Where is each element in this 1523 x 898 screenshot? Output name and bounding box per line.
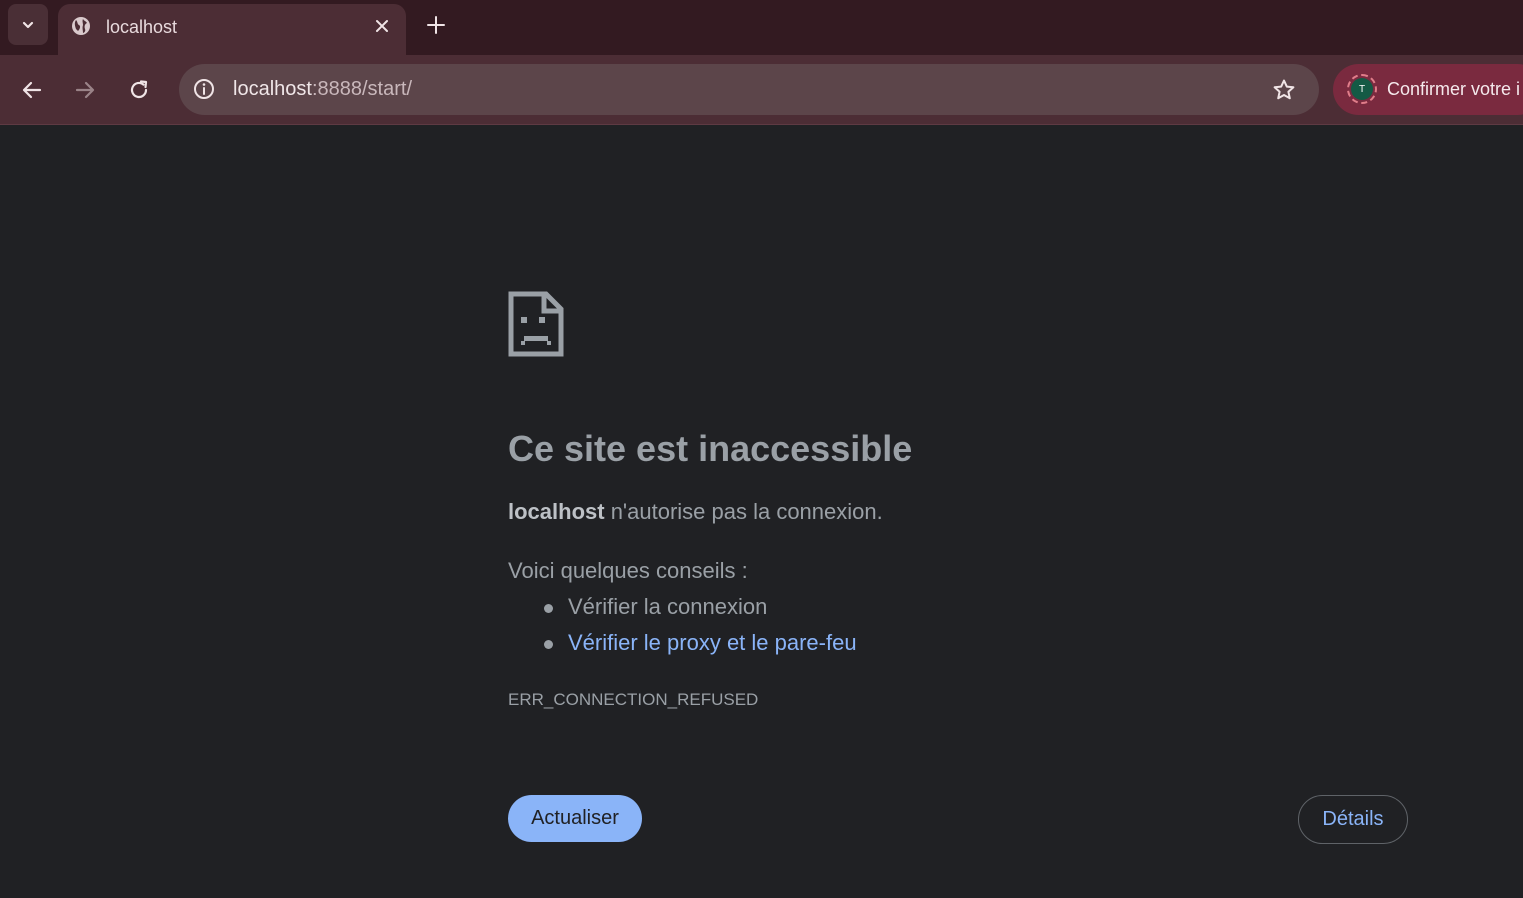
plus-icon xyxy=(427,16,445,34)
site-info-button[interactable] xyxy=(191,76,217,102)
globe-icon xyxy=(72,17,90,35)
tab-localhost[interactable]: localhost xyxy=(58,4,406,55)
reload-page-button[interactable]: Actualiser xyxy=(508,795,642,842)
page-title: Ce site est inaccessible xyxy=(508,428,913,469)
suggestions-list: Vérifier la connexion Vérifier le proxy … xyxy=(544,594,857,666)
reload-icon xyxy=(130,80,148,99)
chevron-down-icon xyxy=(22,21,34,28)
avatar: T xyxy=(1347,74,1377,104)
arrow-left-icon xyxy=(22,81,42,99)
tab-search-button[interactable] xyxy=(8,4,48,45)
details-button[interactable]: Détails xyxy=(1298,795,1408,844)
bookmark-button[interactable] xyxy=(1270,76,1298,104)
error-summary: localhost n'autorise pas la connexion. xyxy=(508,499,883,525)
address-bar[interactable]: localhost:8888/start/ xyxy=(179,64,1319,115)
error-summary-text: n'autorise pas la connexion. xyxy=(604,499,883,524)
sad-document-icon xyxy=(508,291,564,357)
avatar-initial: T xyxy=(1351,78,1373,100)
new-tab-button[interactable] xyxy=(424,13,448,37)
url-path: :8888/start/ xyxy=(311,78,412,100)
star-icon xyxy=(1273,79,1295,100)
info-icon xyxy=(194,79,214,99)
url-host: localhost xyxy=(233,78,312,100)
tab-strip: localhost xyxy=(0,0,1523,55)
suggestion-check-proxy-link[interactable]: Vérifier le proxy et le pare-feu xyxy=(544,630,857,666)
tab-title: localhost xyxy=(106,17,178,37)
arrow-right-icon xyxy=(75,81,95,99)
close-icon xyxy=(376,20,388,32)
suggestion-check-connection: Vérifier la connexion xyxy=(544,594,857,630)
error-host: localhost xyxy=(508,499,605,524)
profile-label: Confirmer votre i xyxy=(1387,79,1521,99)
toolbar: localhost:8888/start/ T Confirmer votre … xyxy=(0,55,1523,125)
back-button[interactable] xyxy=(17,75,47,105)
reload-button[interactable] xyxy=(124,75,154,105)
url-text[interactable]: localhost:8888/start/ xyxy=(233,78,412,101)
tab-close-button[interactable] xyxy=(371,15,393,37)
profile-button[interactable]: T Confirmer votre i xyxy=(1333,64,1523,115)
forward-button[interactable] xyxy=(70,75,100,105)
error-page: Ce site est inaccessible localhost n'aut… xyxy=(0,126,1523,898)
suggestions-heading: Voici quelques conseils : xyxy=(508,558,748,583)
error-code: ERR_CONNECTION_REFUSED xyxy=(508,690,759,709)
